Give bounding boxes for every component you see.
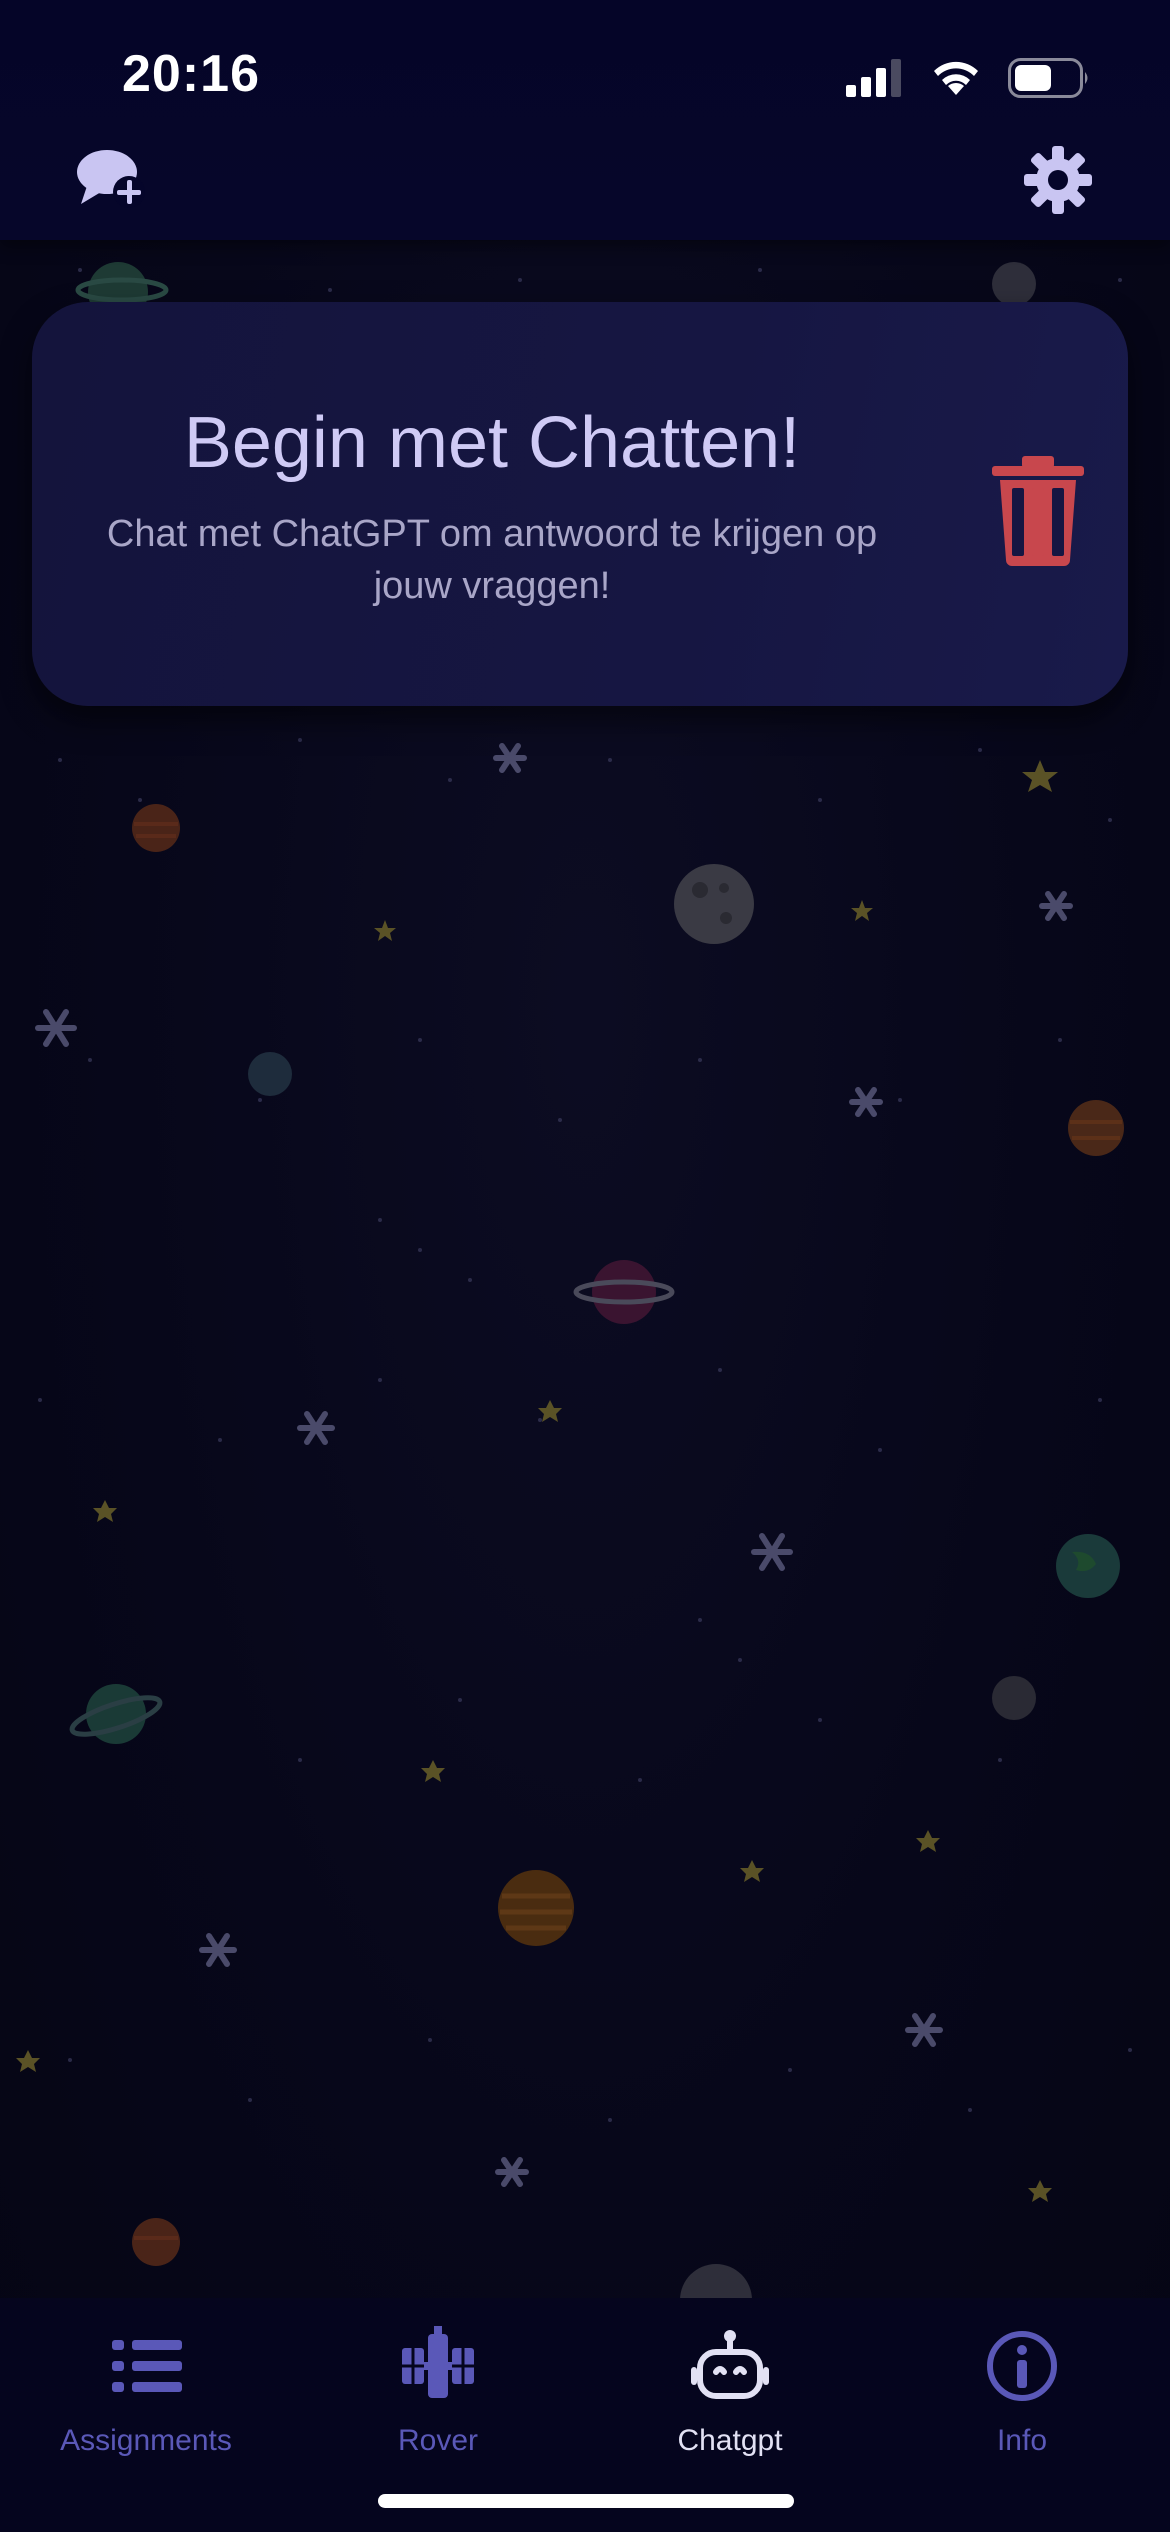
cellular-signal-icon	[846, 59, 901, 97]
card-subtitle: Chat met ChatGPT om antwoord te krijgen …	[106, 513, 878, 607]
tab-label-assignments: Assignments	[60, 2424, 232, 2457]
satellite-icon	[402, 2326, 474, 2398]
tab-label-chatgpt: Chatgpt	[677, 2424, 783, 2457]
chat-bubble-plus-icon	[77, 150, 145, 208]
tab-info[interactable]: Info	[876, 2326, 1168, 2476]
new-chat-button[interactable]	[72, 140, 152, 220]
tab-chatgpt[interactable]: Chatgpt	[584, 2326, 876, 2476]
gear-icon	[1024, 146, 1092, 214]
app-screen: 20:16 Begin met Chatten! Chat met ChatGP…	[0, 0, 1170, 2532]
card-title: Begin met Chatten!	[183, 403, 801, 483]
info-circle-icon	[987, 2331, 1057, 2401]
status-time: 20:16	[122, 45, 260, 103]
tab-label-info: Info	[996, 2424, 1048, 2457]
status-icons	[846, 56, 1090, 100]
tab-assignments[interactable]: Assignments	[0, 2326, 292, 2476]
empty-chat-card: Begin met Chatten! Chat met ChatGPT om a…	[32, 302, 1128, 706]
battery-icon	[1008, 58, 1088, 98]
top-bar: 20:16	[0, 0, 1170, 240]
tab-label-rover: Rover	[397, 2424, 479, 2457]
tab-rover[interactable]: Rover	[292, 2326, 584, 2476]
wifi-icon	[934, 61, 978, 95]
trash-icon	[992, 456, 1084, 566]
robot-icon	[691, 2330, 769, 2399]
settings-button[interactable]	[1018, 140, 1098, 220]
list-icon	[112, 2340, 182, 2392]
home-indicator[interactable]	[378, 2494, 794, 2508]
delete-chat-button[interactable]	[990, 454, 1086, 566]
